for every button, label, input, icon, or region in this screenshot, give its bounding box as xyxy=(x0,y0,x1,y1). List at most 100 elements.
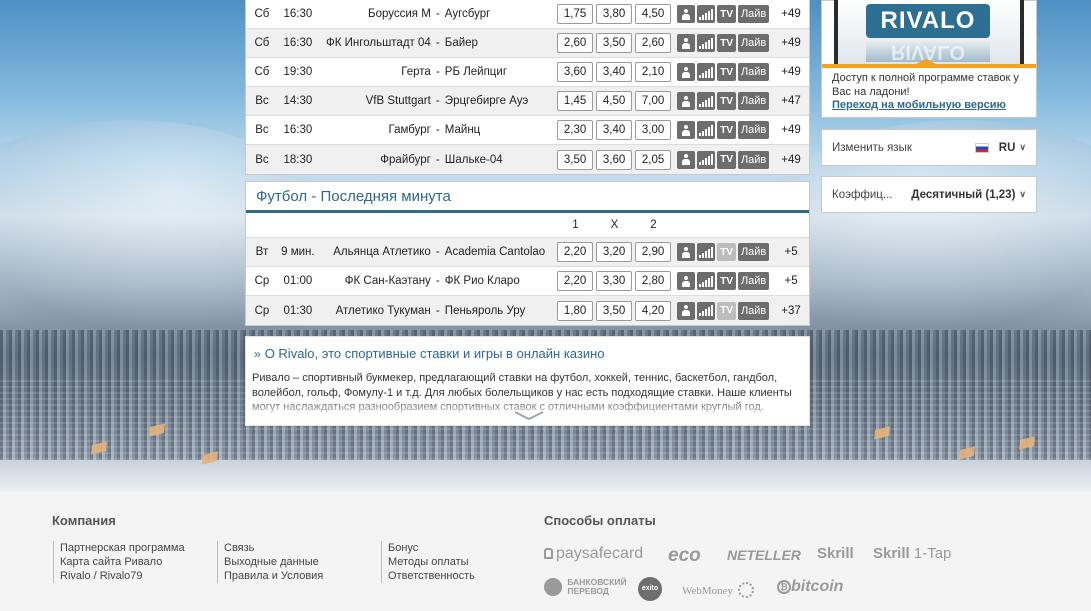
footer-link-contact[interactable]: Связь xyxy=(224,541,323,555)
lineup-button[interactable] xyxy=(677,34,696,52)
stats-button[interactable] xyxy=(697,63,716,81)
live-button[interactable]: Лайв xyxy=(738,301,770,320)
lineup-button[interactable] xyxy=(677,92,696,110)
language-selector[interactable]: Изменить язык RU ∨ xyxy=(821,129,1037,166)
stats-button[interactable] xyxy=(697,243,716,261)
live-button[interactable]: Лайв xyxy=(738,272,770,290)
live-button[interactable]: Лайв xyxy=(738,5,770,23)
match-teams[interactable]: ФК Ингольштадт 04- Байер xyxy=(318,37,555,49)
tv-button[interactable]: TV xyxy=(717,150,737,169)
odd-home-button[interactable]: 3,60 xyxy=(557,62,594,82)
footer-link-terms[interactable]: Правила и Условия xyxy=(224,569,323,583)
mobile-version-link[interactable]: Переход на мобильную версию xyxy=(832,99,1006,111)
match-teams[interactable]: Герта - РБ Лейпциг xyxy=(318,66,555,78)
odd-away-button[interactable]: 4,20 xyxy=(635,300,672,321)
stats-button[interactable] xyxy=(697,121,716,139)
odd-home-button[interactable]: 3,50 xyxy=(557,149,594,170)
odd-draw-button[interactable]: 3,80 xyxy=(596,4,633,24)
more-markets-link[interactable]: +49 xyxy=(773,124,809,136)
match-teams[interactable]: ФК Сан-Каэтану - ФК Рио Кларо xyxy=(318,275,555,287)
home-team: VfB Stuttgart xyxy=(365,95,431,107)
odd-home-button[interactable]: 2,60 xyxy=(557,33,594,53)
odd-home-button[interactable]: 2,20 xyxy=(557,271,594,291)
odd-home-button[interactable]: 1,75 xyxy=(557,4,594,24)
lineup-button[interactable] xyxy=(677,150,696,169)
stats-button[interactable] xyxy=(697,301,716,320)
live-button[interactable]: Лайв xyxy=(738,63,770,81)
match-teams[interactable]: Гамбург - Майнц xyxy=(318,124,555,136)
odd-away-button[interactable]: 2,80 xyxy=(635,271,672,291)
lineup-button[interactable] xyxy=(677,301,696,320)
lineup-button[interactable] xyxy=(677,63,696,81)
lineup-button[interactable] xyxy=(677,243,696,261)
lineup-button[interactable] xyxy=(677,272,696,290)
more-markets-link[interactable]: +37 xyxy=(773,305,809,317)
match-time: 16:30 xyxy=(283,8,313,20)
match-teams[interactable]: Атлетико Тукуман - Пеньяроль Уру xyxy=(318,305,555,317)
odd-away-button[interactable]: 3,00 xyxy=(635,120,672,140)
chevron-down-icon[interactable] xyxy=(514,411,544,421)
tv-button[interactable]: TV xyxy=(717,92,737,110)
footer-link-partner[interactable]: Партнерская программа xyxy=(60,541,185,555)
odds-format-selector[interactable]: Коэффиц... Десятичный (1,23) ∨ xyxy=(821,176,1037,213)
odd-home-button[interactable]: 1,45 xyxy=(557,91,594,111)
live-button[interactable]: Лайв xyxy=(738,34,770,52)
odd-home-button[interactable]: 2,30 xyxy=(557,120,594,140)
footer-link-rivalo79[interactable]: Rivalo / Rivalo79 xyxy=(60,569,185,583)
live-button[interactable]: Лайв xyxy=(738,150,770,169)
tv-button[interactable]: TV xyxy=(717,34,737,52)
more-markets-link[interactable]: +49 xyxy=(773,37,809,49)
odd-draw-button[interactable]: 3,50 xyxy=(596,33,633,53)
more-markets-link[interactable]: +5 xyxy=(773,246,809,258)
footer: Компания Партнерская программа Карта сай… xyxy=(0,492,1091,611)
footer-link-payment-methods[interactable]: Методы оплаты xyxy=(388,555,475,569)
live-button[interactable]: Лайв xyxy=(738,92,770,110)
more-markets-link[interactable]: +49 xyxy=(773,154,809,166)
odd-away-button[interactable]: 2,90 xyxy=(635,242,672,262)
stats-button[interactable] xyxy=(697,272,716,290)
odd-home-button[interactable]: 1,80 xyxy=(557,300,594,321)
tv-button[interactable]: TV xyxy=(717,5,737,23)
more-markets-link[interactable]: +5 xyxy=(773,275,809,287)
odd-draw-button[interactable]: 3,50 xyxy=(596,300,633,321)
more-markets-link[interactable]: +49 xyxy=(773,66,809,78)
tv-button[interactable]: TV xyxy=(717,272,737,290)
match-teams[interactable]: Боруссия М - Аугсбург xyxy=(318,8,555,20)
footer-link-bonus[interactable]: Бонус xyxy=(388,541,475,555)
tv-button[interactable]: TV xyxy=(717,243,737,261)
home-team: Фрайбург xyxy=(380,153,431,166)
more-markets-link[interactable]: +47 xyxy=(773,95,809,107)
odd-home-button[interactable]: 2,20 xyxy=(557,242,594,262)
odd-away-button[interactable]: 4,50 xyxy=(635,4,672,24)
lineup-button[interactable] xyxy=(677,121,696,139)
stats-button[interactable] xyxy=(697,5,716,23)
match-teams[interactable]: Фрайбург - Шальке-04 xyxy=(318,154,555,166)
odd-draw-button[interactable]: 3,60 xyxy=(596,149,633,170)
odd-away-button[interactable]: 2,10 xyxy=(635,62,672,82)
stats-button[interactable] xyxy=(697,34,716,52)
home-team: Боруссия М xyxy=(368,8,431,20)
about-title-link[interactable]: » О Rivalo, это спортивные ставки и игры… xyxy=(246,337,809,361)
tv-button[interactable]: TV xyxy=(717,121,737,139)
match-teams[interactable]: VfB Stuttgart - Эрцгебирге Ауэ xyxy=(318,95,555,107)
odd-away-button[interactable]: 2,60 xyxy=(635,33,672,53)
live-button[interactable]: Лайв xyxy=(738,121,770,139)
stats-button[interactable] xyxy=(697,92,716,110)
tv-button[interactable]: TV xyxy=(717,63,737,81)
odd-draw-button[interactable]: 3,30 xyxy=(596,271,633,291)
stats-button[interactable] xyxy=(697,150,716,169)
odd-draw-button[interactable]: 3,40 xyxy=(596,120,633,140)
footer-link-responsibility[interactable]: Ответственность xyxy=(388,569,475,583)
footer-link-imprint[interactable]: Выходные данные xyxy=(224,555,323,569)
odd-draw-button[interactable]: 3,40 xyxy=(596,62,633,82)
tv-button[interactable]: TV xyxy=(717,301,737,320)
odd-draw-button[interactable]: 4,50 xyxy=(596,91,633,111)
more-markets-link[interactable]: +49 xyxy=(773,8,809,20)
lineup-button[interactable] xyxy=(677,5,696,23)
odd-draw-button[interactable]: 3,20 xyxy=(596,242,633,262)
footer-link-sitemap[interactable]: Карта сайта Ривало xyxy=(60,555,185,569)
live-button[interactable]: Лайв xyxy=(738,243,770,261)
odd-away-button[interactable]: 7,00 xyxy=(635,91,672,111)
odd-away-button[interactable]: 2,05 xyxy=(635,149,672,170)
match-teams[interactable]: Альянца Атлетико - Academia Cantolao xyxy=(318,246,555,258)
